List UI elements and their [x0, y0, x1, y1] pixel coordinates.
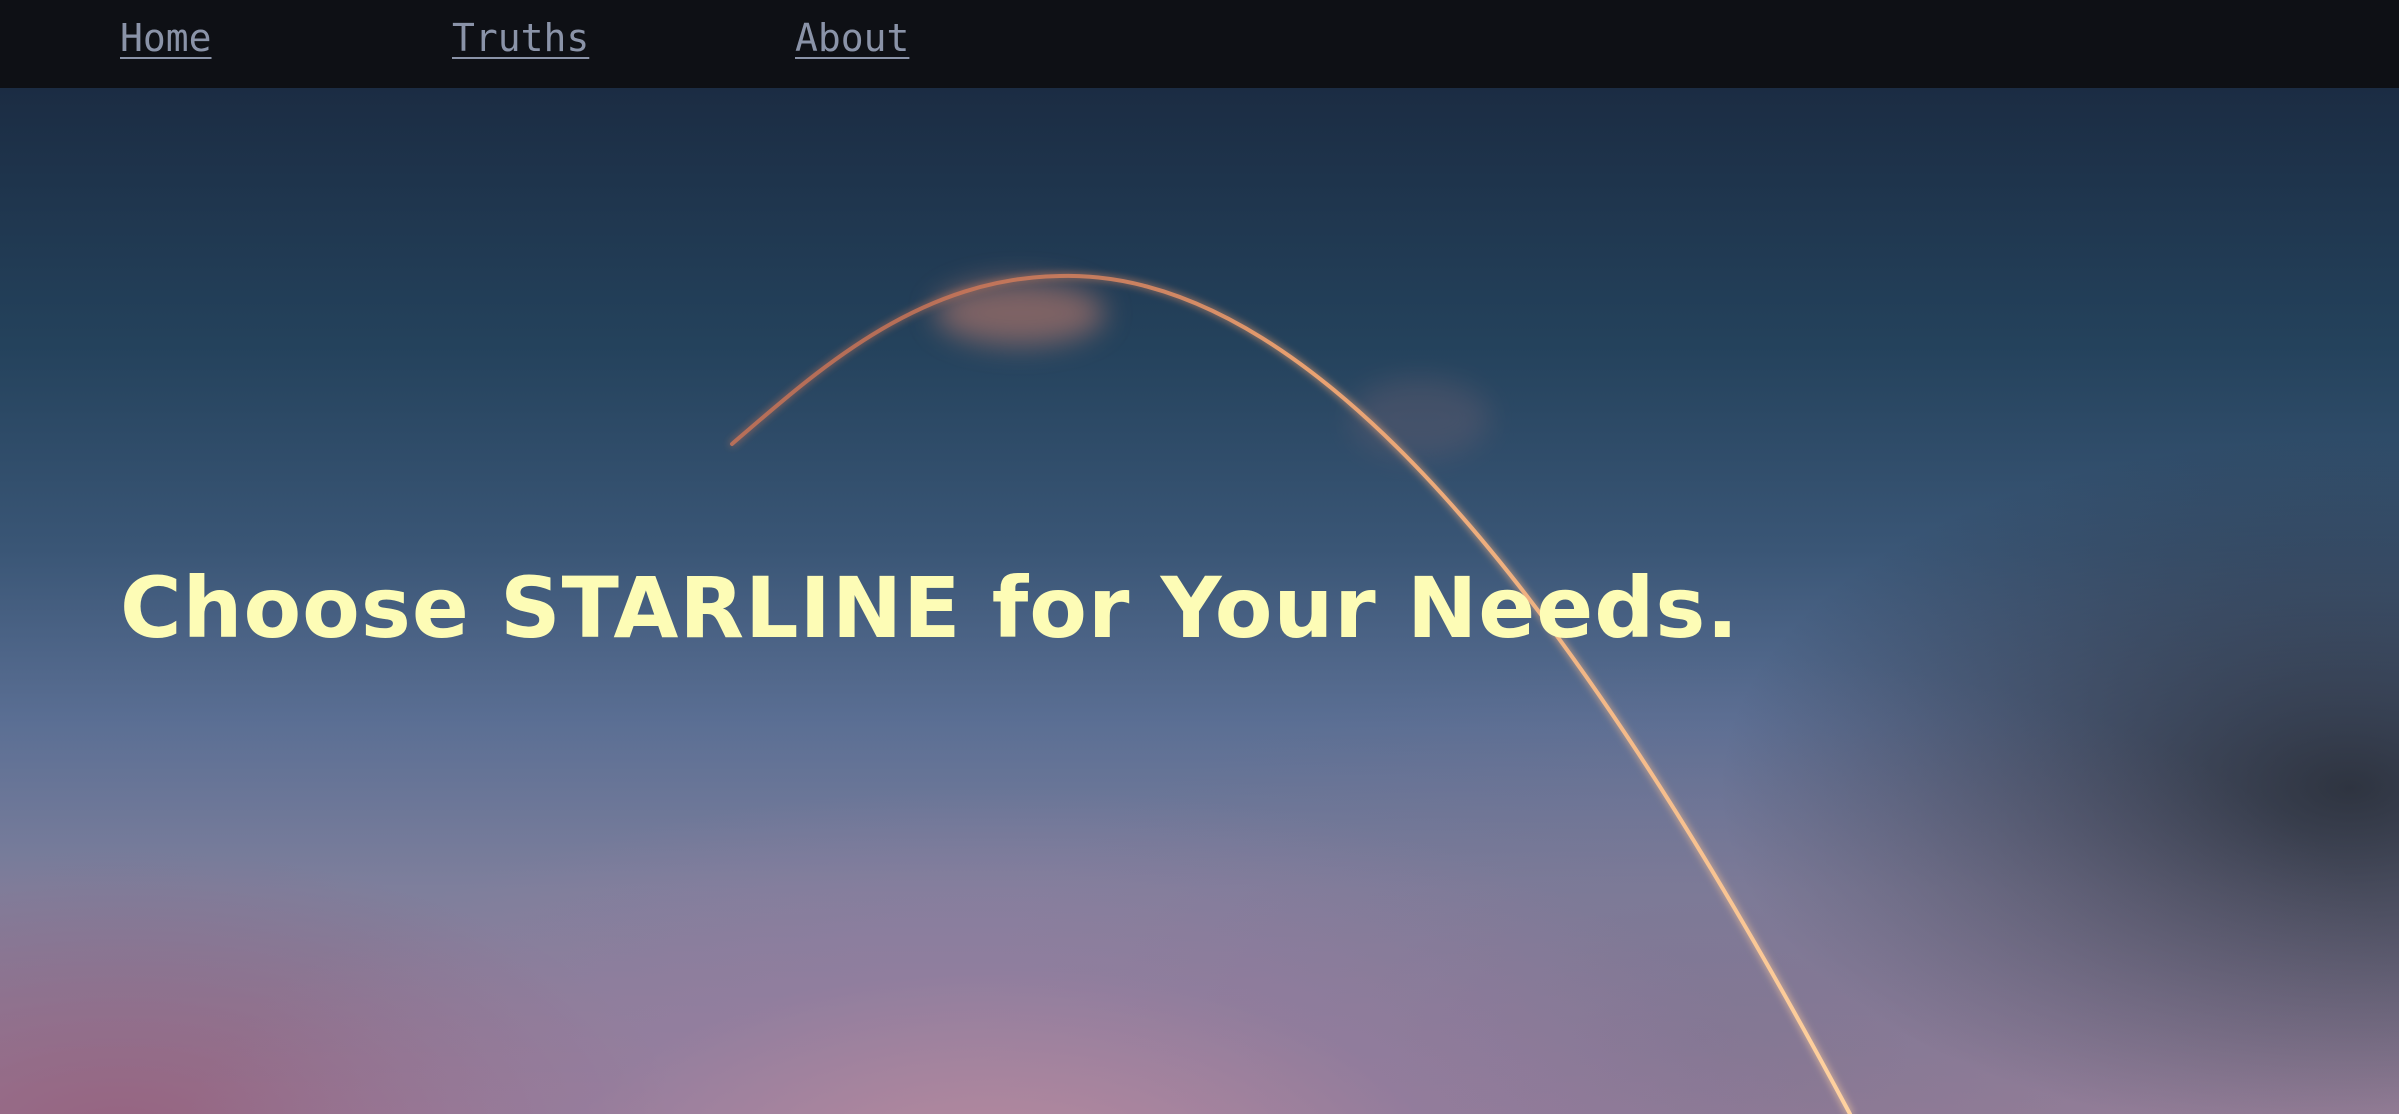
hero-section: Choose STARLINE for Your Needs.	[0, 88, 2399, 1114]
nav-link-truths[interactable]: Truths	[452, 12, 589, 64]
top-navbar: Home Truths About	[0, 0, 2399, 88]
hero-headline: Choose STARLINE for Your Needs.	[120, 559, 1740, 657]
nav-link-home[interactable]: Home	[120, 12, 212, 64]
nav-link-about[interactable]: About	[795, 12, 909, 64]
